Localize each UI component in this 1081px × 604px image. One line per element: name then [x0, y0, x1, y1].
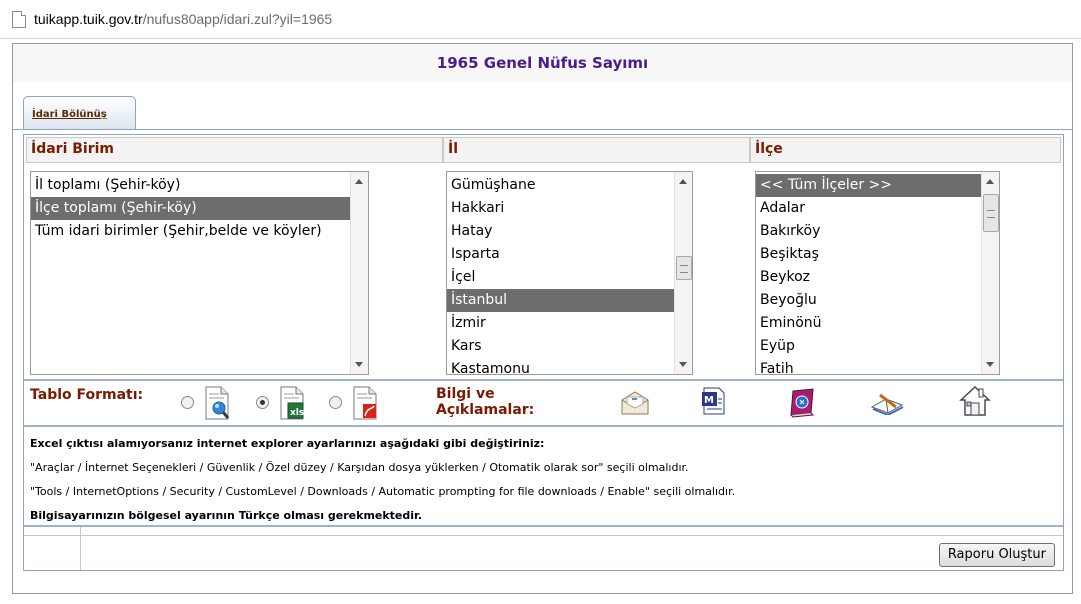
column-header-il: İl — [443, 137, 750, 163]
ilce-option[interactable]: Beşiktaş — [756, 243, 982, 266]
action-bar: Raporu Oluştur — [24, 527, 1063, 570]
svg-text:xls: xls — [290, 408, 304, 418]
divider — [24, 535, 1063, 536]
il-option[interactable]: İzmir — [447, 312, 675, 335]
column-header-label: İlçe — [755, 141, 783, 157]
tab-idari-bolunus[interactable]: İdari Bölünüş — [23, 96, 136, 129]
ilce-option[interactable]: Bakırköy — [756, 220, 982, 243]
svg-text:M: M — [704, 395, 714, 406]
idari-birim-listbox[interactable]: İl toplamı (Şehir-köy) İlçe toplamı (Şehi… — [30, 171, 369, 375]
url-path: /nufus80app/idari.zul?yil=1965 — [142, 11, 333, 27]
il-option[interactable]: İstanbul — [447, 289, 675, 312]
il-option[interactable]: İçel — [447, 266, 675, 289]
ilce-scrollbar[interactable] — [981, 172, 999, 374]
format-radio-preview[interactable] — [181, 396, 194, 409]
pdf-document-icon[interactable] — [352, 386, 378, 420]
idari-birim-option[interactable]: İlçe toplamı (Şehir-köy) — [31, 197, 351, 220]
open-book-icon[interactable] — [870, 391, 904, 415]
idari-birim-option[interactable]: Tüm idari birimler (Şehir,belde ve köyle… — [31, 220, 351, 243]
column-header-label: İl — [448, 141, 459, 157]
preview-document-icon[interactable] — [204, 386, 230, 420]
title-bar: 1965 Genel Nüfus Sayımı — [13, 44, 1072, 82]
tab-strip: İdari Bölünüş — [13, 94, 1072, 130]
scroll-down-icon[interactable] — [355, 362, 363, 367]
il-listbox[interactable]: Gümüşhane Hakkari Hatay Isparta İçel İstanbul… — [446, 171, 693, 375]
excel-document-icon[interactable]: xls — [279, 386, 305, 420]
il-option[interactable]: Gümüşhane — [447, 174, 675, 197]
page-title: 1965 Genel Nüfus Sayımı — [436, 54, 649, 72]
address-bar[interactable]: tuikapp.tuik.gov.tr/nufus80app/idari.zul… — [0, 0, 1081, 39]
info-line-2: "Araçlar / İnternet Seçenekleri / Güvenl… — [30, 461, 689, 474]
ilce-option[interactable]: Fatih — [756, 358, 982, 374]
scroll-thumb[interactable] — [676, 256, 692, 280]
il-option[interactable]: Kars — [447, 335, 675, 358]
info-panel: Excel çıktısı alamıyorsanız internet exp… — [24, 427, 1063, 527]
scroll-down-icon[interactable] — [986, 362, 994, 367]
il-option[interactable]: Isparta — [447, 243, 675, 266]
scroll-down-icon[interactable] — [679, 362, 687, 367]
bilgi-label: Bilgi ve Açıklamalar: — [436, 386, 534, 418]
format-row: Tablo Formatı: xls Bilgi ve Açıklamalar:… — [24, 379, 1063, 427]
scroll-up-icon[interactable] — [679, 179, 687, 184]
envelope-icon[interactable] — [620, 390, 650, 416]
il-option[interactable]: Kastamonu — [447, 358, 675, 374]
column-header-label: İdari Birim — [31, 141, 115, 157]
idari-scrollbar[interactable] — [350, 172, 368, 374]
il-scrollbar[interactable] — [674, 172, 692, 374]
il-option[interactable]: Hakkari — [447, 197, 675, 220]
ilce-option[interactable]: Eyüp — [756, 335, 982, 358]
url-text[interactable]: tuikapp.tuik.gov.tr/nufus80app/idari.zul… — [34, 11, 332, 27]
info-line-3: "Tools / InternetOptions / Security / Cu… — [30, 485, 736, 498]
scroll-thumb[interactable] — [983, 194, 999, 232]
column-header-idari-birim: İdari Birim — [26, 137, 443, 163]
url-host: tuikapp.tuik.gov.tr — [34, 11, 143, 27]
scroll-up-icon[interactable] — [355, 179, 363, 184]
ilce-option[interactable]: << Tüm İlçeler >> — [756, 174, 982, 197]
format-radio-pdf[interactable] — [329, 396, 342, 409]
ilce-option[interactable]: Adalar — [756, 197, 982, 220]
app-frame: 1965 Genel Nüfus Sayımı İdari Bölünüş İd… — [12, 43, 1073, 594]
tab-content: İdari Birim İl İlçe İl toplamı (Şehir-kö… — [23, 134, 1064, 571]
column-header-ilce: İlçe — [750, 137, 1061, 163]
ilce-listbox[interactable]: << Tüm İlçeler >> Adalar Bakırköy Beşiktaş B… — [755, 171, 1000, 375]
bilgi-label-line2: Açıklamalar: — [436, 402, 535, 418]
ilce-option[interactable]: Beyoğlu — [756, 289, 982, 312]
raporu-olustur-button[interactable]: Raporu Oluştur — [938, 543, 1055, 567]
page-icon — [12, 11, 26, 28]
ilce-option[interactable]: Beykoz — [756, 266, 982, 289]
tablo-formati-label: Tablo Formatı: — [30, 387, 144, 403]
il-option[interactable]: Hatay — [447, 220, 675, 243]
tab-label: İdari Bölünüş — [32, 109, 107, 120]
ilce-option[interactable]: Eminönü — [756, 312, 982, 335]
format-radio-excel[interactable] — [256, 396, 269, 409]
scroll-up-icon[interactable] — [986, 179, 994, 184]
bilgi-label-line1: Bilgi ve — [436, 386, 495, 402]
info-line-1: Excel çıktısı alamıyorsanız internet exp… — [30, 437, 545, 450]
home-icon[interactable] — [959, 385, 991, 417]
divider — [80, 527, 81, 570]
help-book-icon[interactable] — [787, 387, 817, 419]
idari-birim-option[interactable]: İl toplamı (Şehir-köy) — [31, 174, 351, 197]
word-doc-icon[interactable]: M — [701, 385, 727, 417]
info-line-4: Bilgisayarınızın bölgesel ayarının Türkç… — [30, 509, 423, 522]
